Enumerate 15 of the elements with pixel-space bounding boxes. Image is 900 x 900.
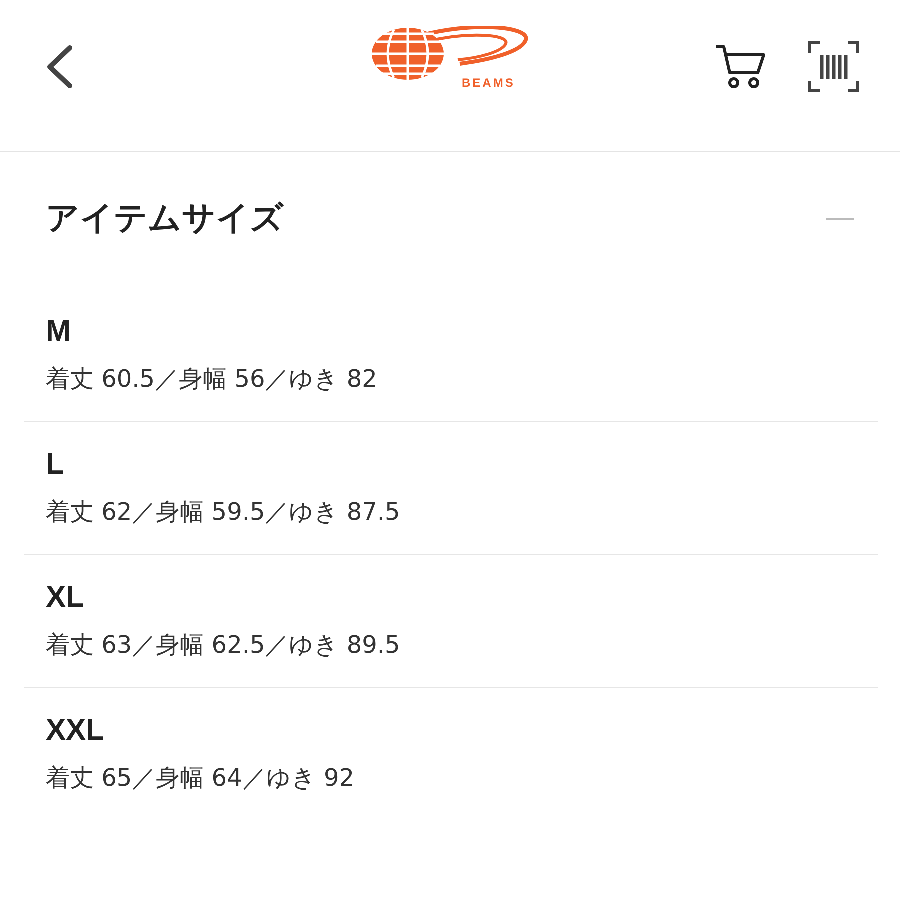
size-label: L [46,448,66,482]
size-label: M [46,315,72,349]
minus-icon [826,216,854,220]
barcode-scan-button[interactable] [808,40,860,92]
size-label: XL [46,581,86,615]
size-label: XXL [46,714,106,748]
size-measurements: 着丈 63／身幅 62.5／ゆき 89.5 [46,630,402,661]
size-measurements: 着丈 65／身幅 64／ゆき 92 [46,763,356,794]
cart-button[interactable] [714,42,766,90]
cart-icon [714,42,766,90]
logo-text: BEAMS [462,76,516,90]
section-title: アイテムサイズ [46,197,284,239]
barcode-icon [808,40,860,92]
size-measurements: 着丈 60.5／身幅 56／ゆき 82 [46,364,378,395]
size-measurements: 着丈 62／身幅 59.5／ゆき 87.5 [46,497,402,528]
